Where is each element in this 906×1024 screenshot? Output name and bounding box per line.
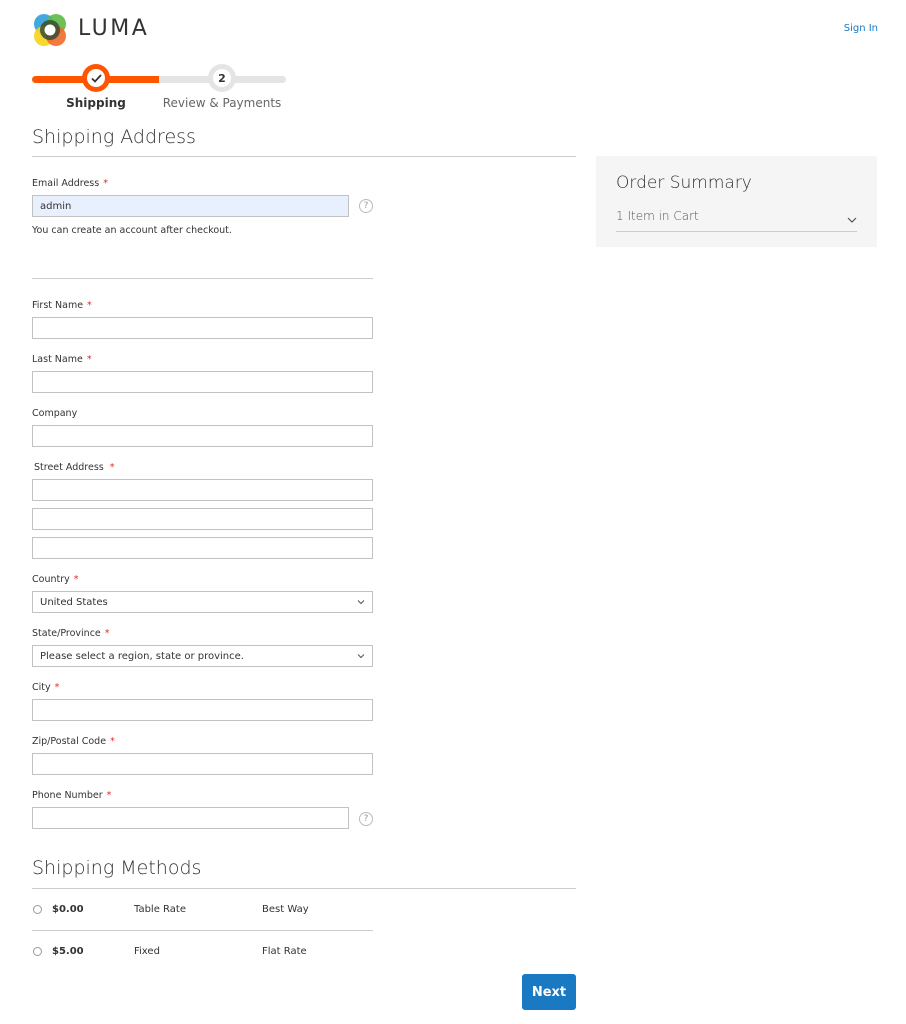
required-marker: * (73, 574, 79, 585)
brand-name: LUMA (78, 16, 150, 41)
checkmark-icon (87, 69, 105, 87)
order-summary-panel (596, 156, 877, 247)
order-summary-title: Order Summary (616, 173, 752, 193)
company-label: Company (32, 408, 77, 419)
email-label-text: Email Address (32, 178, 100, 189)
country-selected-value: United States (40, 596, 108, 608)
state-label-text: State/Province (32, 628, 101, 639)
required-marker: * (87, 300, 92, 311)
shipping-method-radio[interactable] (33, 947, 42, 956)
company-label-text: Company (32, 408, 78, 419)
city-label: City * (32, 682, 59, 693)
shipping-carrier-name: Best Way (262, 904, 309, 915)
street-line-1-input[interactable] (32, 479, 373, 501)
state-label: State/Province * (32, 628, 110, 639)
shipping-price: $0.00 (52, 904, 84, 915)
email-input[interactable] (32, 195, 349, 217)
step-number: 2 (213, 69, 231, 87)
zip-label: Zip/Postal Code * (32, 736, 115, 747)
country-label-text: Country (32, 574, 70, 585)
shipping-methods-title: Shipping Methods (32, 857, 202, 879)
chevron-down-icon (357, 600, 365, 605)
shipping-address-title: Shipping Address (32, 126, 196, 148)
company-input[interactable] (32, 425, 373, 447)
chevron-down-icon (357, 654, 365, 659)
required-marker: * (110, 736, 115, 747)
items-in-cart-toggle[interactable]: 1 Item in Cart (616, 209, 699, 223)
required-marker: * (104, 628, 110, 639)
state-selected-value: Please select a region, state or provinc… (40, 650, 244, 662)
sign-in-link[interactable]: Sign In (820, 23, 878, 34)
step-shipping-label: Shipping (66, 96, 126, 110)
last-name-label: Last Name * (32, 354, 92, 365)
last-name-input[interactable] (32, 371, 373, 393)
shipping-method-name: Fixed (134, 946, 160, 957)
email-help-icon[interactable]: ? (359, 199, 373, 213)
required-marker: * (54, 682, 60, 693)
first-name-label: First Name * (32, 300, 92, 311)
city-label-text: City (32, 682, 51, 693)
zip-label-text: Zip/Postal Code (32, 736, 107, 747)
divider (32, 888, 576, 889)
divider (32, 278, 373, 279)
street-line-3-input[interactable] (32, 537, 373, 559)
next-button[interactable]: Next (522, 974, 576, 1010)
step-review-label: Review & Payments (162, 96, 282, 110)
email-note: You can create an account after checkout… (32, 225, 232, 236)
divider (616, 231, 857, 232)
shipping-method-name: Table Rate (134, 904, 186, 915)
first-name-input[interactable] (32, 317, 373, 339)
zip-input[interactable] (32, 753, 373, 775)
required-marker: * (106, 790, 112, 801)
email-label: Email Address * (32, 178, 108, 189)
street-label-text: Street Address (34, 462, 104, 473)
street-line-2-input[interactable] (32, 508, 373, 530)
country-label: Country * (32, 574, 79, 585)
city-input[interactable] (32, 699, 373, 721)
phone-help-icon[interactable]: ? (359, 812, 373, 826)
luma-logo-icon[interactable] (32, 12, 68, 48)
required-marker: * (103, 178, 108, 189)
required-marker: * (86, 354, 92, 365)
shipping-price: $5.00 (52, 946, 84, 957)
last-name-label-text: Last Name (32, 354, 83, 365)
first-name-label-text: First Name (32, 300, 84, 311)
phone-input[interactable] (32, 807, 349, 829)
shipping-method-radio[interactable] (33, 905, 42, 914)
chevron-down-icon[interactable] (846, 210, 858, 229)
divider (32, 930, 373, 931)
phone-label-text: Phone Number (32, 790, 103, 801)
phone-label: Phone Number * (32, 790, 111, 801)
street-address-label: Street Address * (34, 462, 114, 473)
country-select[interactable]: United States (32, 591, 373, 613)
shipping-carrier-name: Flat Rate (262, 946, 307, 957)
required-marker: * (109, 462, 115, 473)
divider (32, 156, 576, 157)
state-select[interactable]: Please select a region, state or provinc… (32, 645, 373, 667)
